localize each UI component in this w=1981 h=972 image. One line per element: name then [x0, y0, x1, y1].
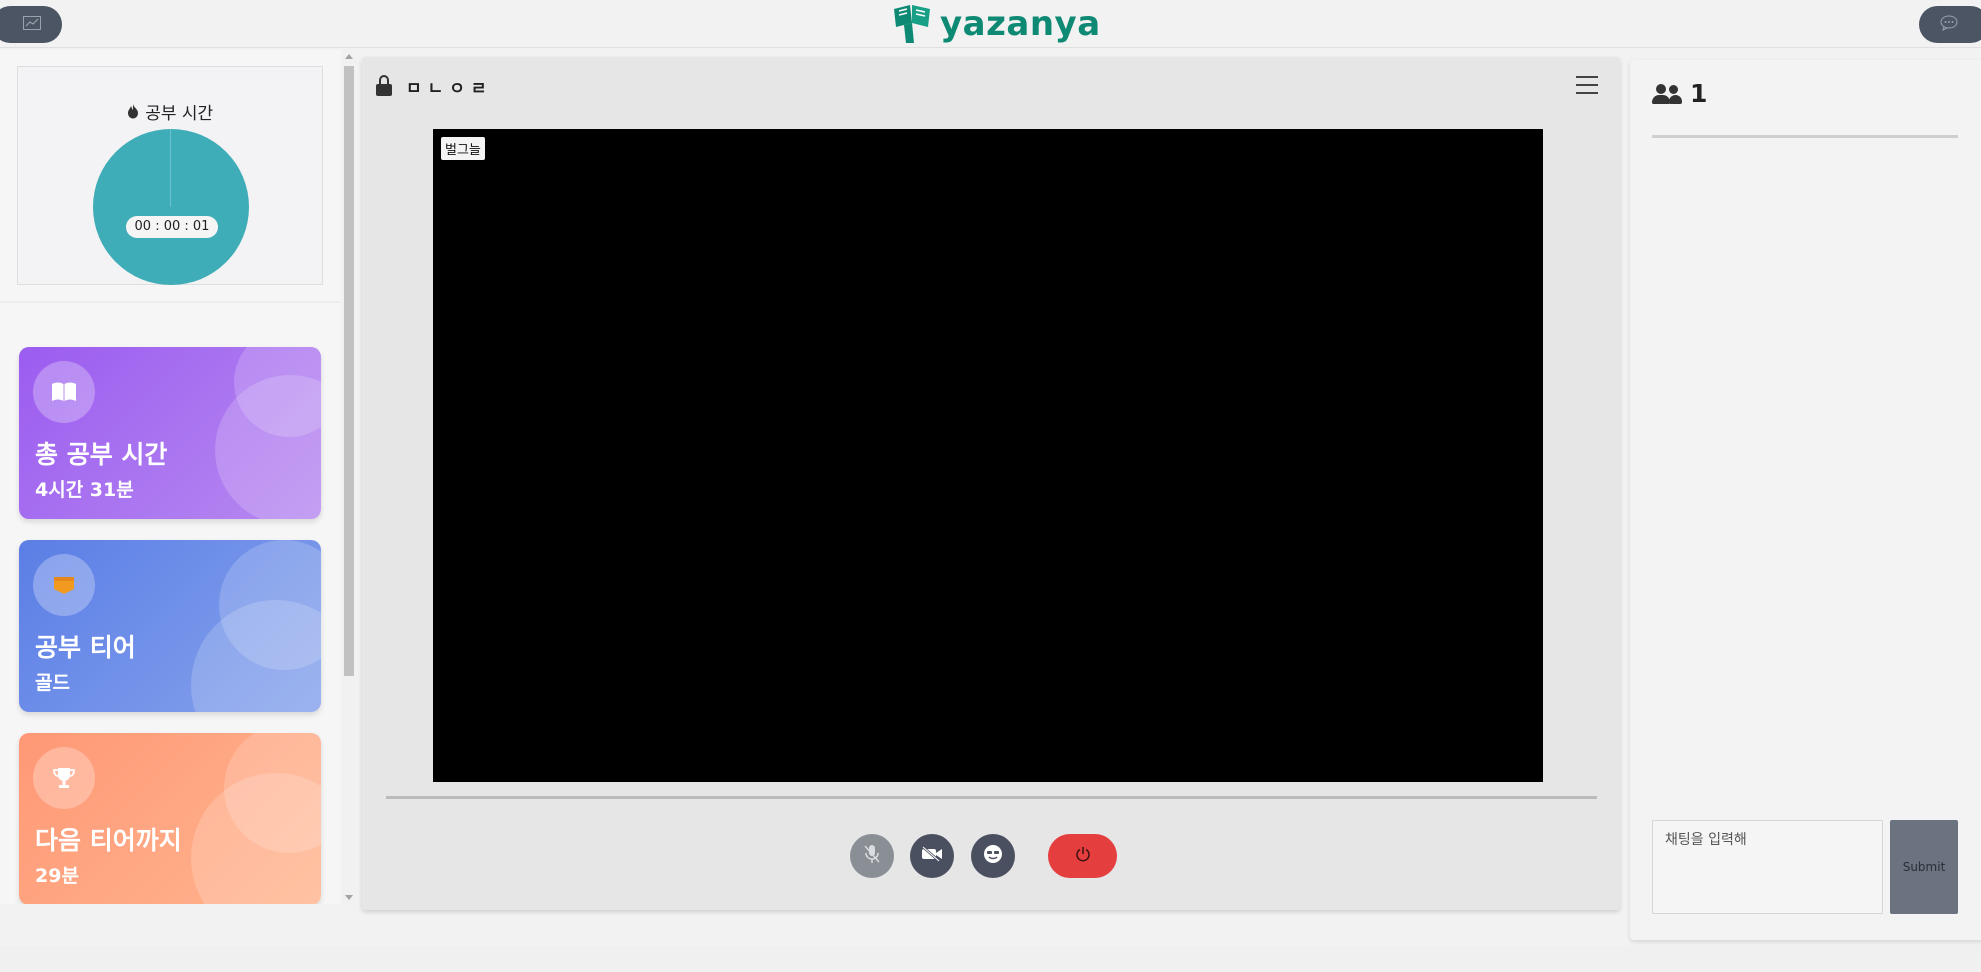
users-icon — [1652, 83, 1682, 105]
face-filter-button[interactable] — [971, 834, 1015, 878]
sidebar-scrollbar[interactable] — [341, 50, 356, 904]
scroll-up-icon[interactable] — [345, 54, 353, 59]
stat-value: 4시간 31분 — [35, 479, 134, 501]
stat-value: 29분 — [35, 865, 79, 887]
participant-name-tag: 벌그늘 — [441, 137, 485, 160]
leave-room-button[interactable] — [1048, 834, 1117, 878]
book-icon — [33, 361, 95, 423]
book-logo-icon — [892, 1, 932, 47]
stats-sidebar: 공부 시간 00 : 00 : 01 총 공부 시간 4시간 31분 공부 티어… — [0, 50, 356, 904]
hamburger-menu-icon[interactable] — [1576, 76, 1598, 94]
power-icon — [1075, 846, 1091, 867]
call-controls — [362, 834, 1620, 878]
badge-icon — [33, 554, 95, 616]
timer-needle — [170, 129, 171, 207]
sidebar-divider — [0, 301, 341, 303]
member-count-header: 1 — [1652, 79, 1707, 108]
mic-off-icon — [863, 844, 881, 868]
stat-card-tier: 공부 티어 골드 — [19, 540, 321, 712]
timer-pie — [93, 129, 249, 285]
stat-card-total-time: 총 공부 시간 4시간 31분 — [19, 347, 321, 519]
stats-toggle-button[interactable] — [0, 6, 62, 43]
logo-text: yazanya — [940, 4, 1101, 44]
study-timer-card: 공부 시간 00 : 00 : 01 — [17, 66, 323, 285]
app-logo[interactable]: yazanya — [892, 2, 1101, 46]
mute-mic-button[interactable] — [850, 834, 894, 878]
timer-elapsed: 00 : 00 : 01 — [126, 216, 218, 238]
timer-title: 공부 시간 — [18, 99, 322, 124]
chat-panel: 1 Submit — [1630, 60, 1981, 940]
chart-icon — [23, 15, 41, 34]
controls-divider — [386, 796, 1597, 799]
chat-toggle-button[interactable] — [1919, 6, 1981, 43]
chat-submit-button[interactable]: Submit — [1890, 820, 1958, 914]
stat-label: 총 공부 시간 — [35, 440, 168, 469]
scroll-down-icon[interactable] — [345, 895, 353, 900]
chat-input[interactable] — [1652, 820, 1883, 914]
members-divider — [1652, 135, 1958, 138]
trophy-icon — [33, 747, 95, 809]
video-tile: 벌그늘 — [433, 129, 1543, 782]
timer-title-text: 공부 시간 — [145, 104, 214, 124]
camera-off-icon — [921, 846, 943, 866]
stat-value: 골드 — [35, 672, 70, 694]
top-header: yazanya — [0, 0, 1981, 48]
video-room-panel: ㅁㄴㅇㄹ 벌그늘 — [362, 57, 1620, 910]
lock-icon — [376, 75, 392, 97]
stat-label: 다음 티어까지 — [35, 826, 182, 855]
room-header: ㅁㄴㅇㄹ — [376, 71, 493, 101]
member-count: 1 — [1690, 79, 1708, 108]
page-footer-strip — [0, 946, 1981, 972]
stat-card-next-tier: 다음 티어까지 29분 — [19, 733, 321, 904]
face-filter-icon — [983, 844, 1003, 868]
scrollbar-thumb[interactable] — [344, 66, 354, 676]
flame-icon — [127, 104, 144, 124]
camera-toggle-button[interactable] — [910, 834, 954, 878]
stat-label: 공부 티어 — [35, 633, 136, 662]
chat-bubble-icon — [1940, 15, 1958, 35]
room-name: ㅁㄴㅇㄹ — [406, 78, 493, 99]
